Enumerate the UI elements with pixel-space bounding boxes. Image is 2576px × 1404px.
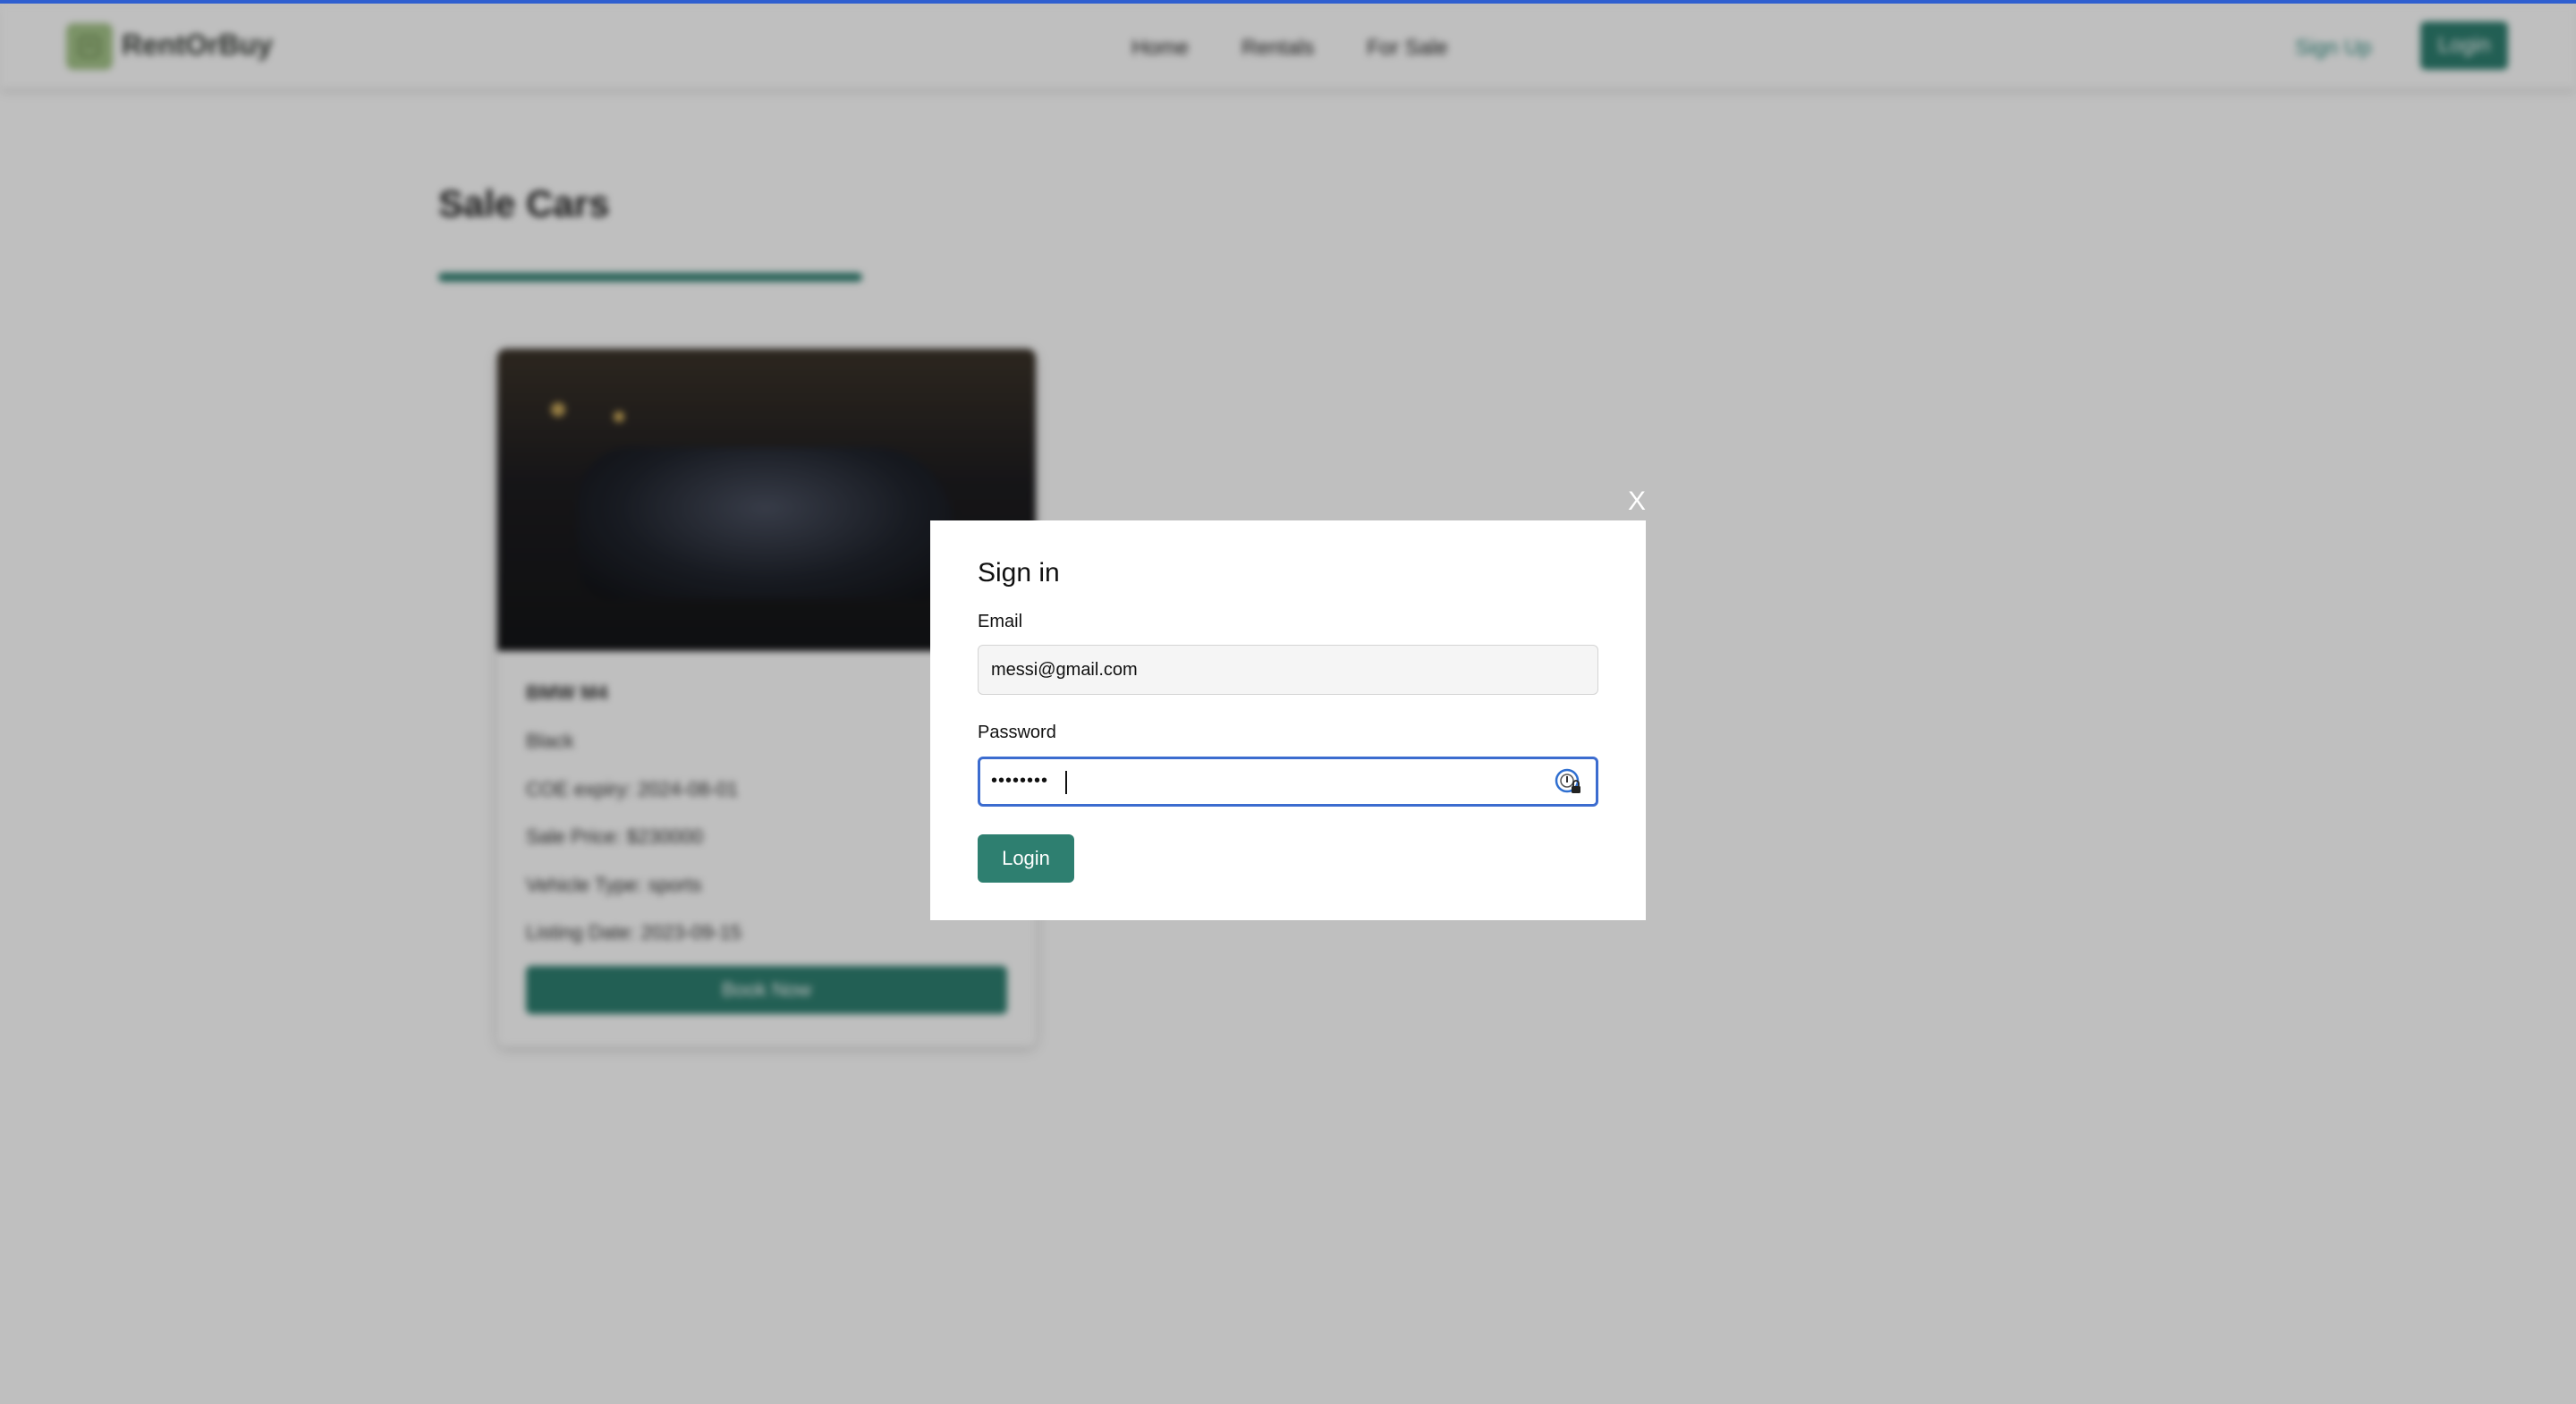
email-field[interactable] bbox=[978, 645, 1598, 695]
close-modal-button[interactable]: X bbox=[1628, 486, 1646, 517]
password-field[interactable] bbox=[978, 757, 1598, 807]
password-value: •••••••• bbox=[991, 771, 1049, 791]
password-manager-icon[interactable] bbox=[1555, 768, 1583, 797]
email-label: Email bbox=[978, 612, 1023, 631]
login-submit-button[interactable]: Login bbox=[978, 834, 1074, 883]
top-accent-line bbox=[0, 0, 2576, 4]
text-caret bbox=[1065, 771, 1067, 794]
sign-in-modal: Sign in Email Password •••••••• Login bbox=[930, 520, 1646, 920]
modal-title: Sign in bbox=[978, 558, 1060, 588]
password-label: Password bbox=[978, 723, 1056, 742]
